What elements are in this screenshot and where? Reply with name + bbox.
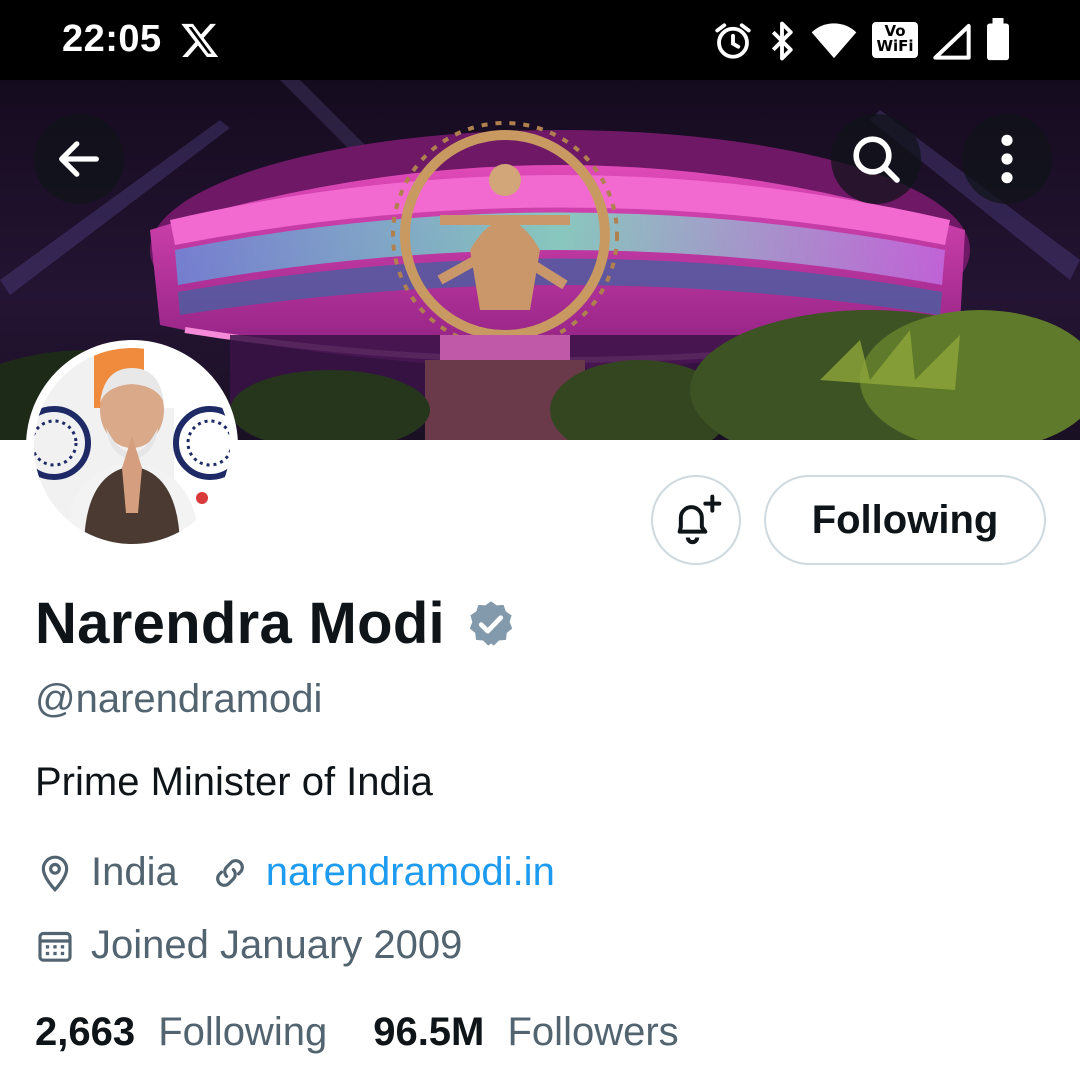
bluetooth-icon — [771, 21, 793, 61]
name-row: Narendra Modi — [35, 590, 517, 657]
notifications-button[interactable] — [651, 475, 741, 565]
meta-joined: Joined January 2009 — [35, 923, 462, 968]
following-stat[interactable]: 2,663 Following — [35, 1010, 327, 1055]
status-bar: 22:05 Vo WiFi — [0, 0, 1080, 80]
status-time: 22:05 — [62, 18, 162, 60]
bio: Prime Minister of India — [35, 760, 433, 804]
display-name: Narendra Modi — [35, 591, 445, 656]
vowifi-icon: Vo WiFi — [872, 22, 918, 58]
signal-icon — [933, 24, 971, 60]
search-icon — [853, 136, 900, 183]
x-logo-icon — [181, 23, 219, 57]
following-label: Following — [158, 1010, 328, 1054]
calendar-icon — [38, 931, 72, 962]
alarm-icon — [715, 23, 751, 59]
search-button[interactable] — [831, 114, 921, 204]
link-icon — [215, 858, 244, 887]
wifi-icon — [811, 23, 857, 59]
joined-date: Joined January 2009 — [91, 923, 463, 967]
followers-label: Followers — [507, 1010, 679, 1054]
arrow-left-icon — [59, 141, 99, 177]
following-count: 2,663 — [35, 1010, 136, 1054]
followers-stat[interactable]: 96.5M Followers — [373, 1010, 678, 1055]
location-text: India — [91, 850, 178, 894]
battery-icon — [987, 18, 1009, 61]
avatar-image — [34, 348, 230, 544]
bell-plus-icon — [677, 494, 722, 545]
verified-badge-icon[interactable] — [465, 598, 517, 650]
vowifi-line2: WiFi — [876, 37, 914, 55]
meta-location-website: India narendramodi.in — [35, 850, 555, 895]
avatar[interactable] — [26, 340, 238, 552]
location-pin-icon — [41, 855, 69, 892]
user-handle: @narendramodi — [35, 677, 323, 721]
more-options-button[interactable] — [962, 114, 1052, 204]
back-button[interactable] — [34, 114, 124, 204]
website-link[interactable]: narendramodi.in — [266, 850, 555, 895]
followers-count: 96.5M — [373, 1010, 485, 1054]
more-vertical-icon — [1001, 134, 1013, 184]
follow-stats: 2,663 Following 96.5M Followers — [35, 1010, 679, 1055]
following-button[interactable]: Following — [764, 475, 1046, 565]
